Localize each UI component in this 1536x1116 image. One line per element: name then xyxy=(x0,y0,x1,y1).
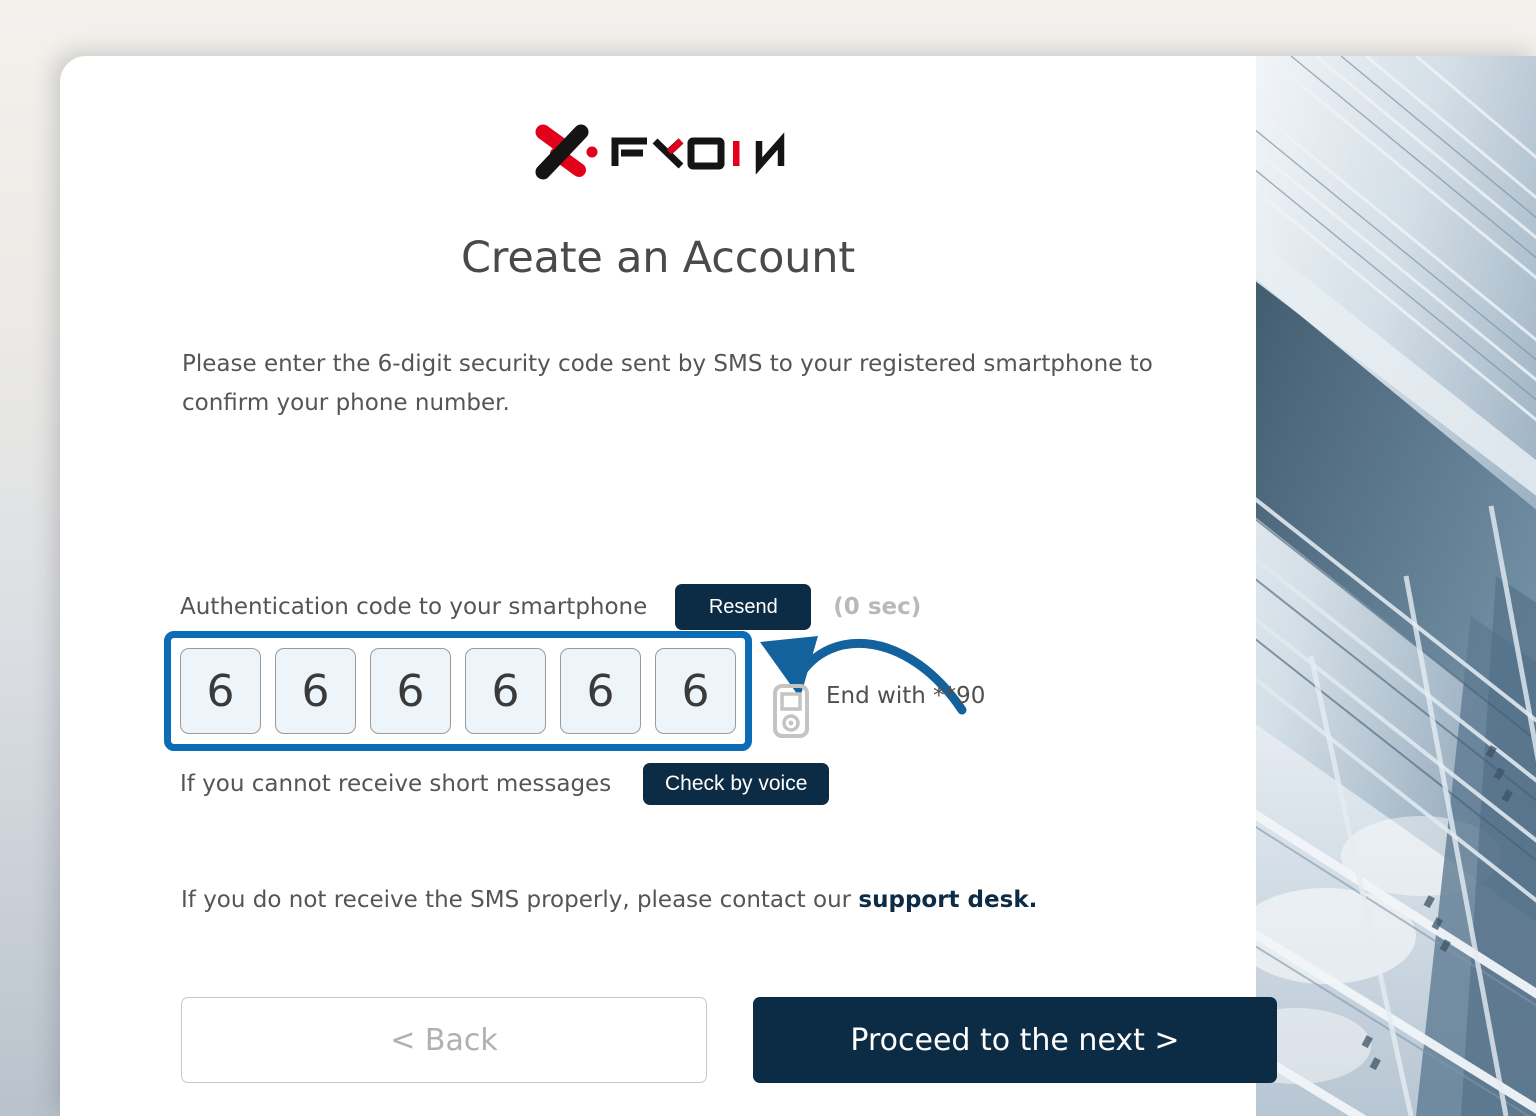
signup-page: Create an Account Please enter the 6-dig… xyxy=(0,0,1536,1116)
fxon-logo-svg xyxy=(535,124,785,180)
code-digit-6[interactable]: 6 xyxy=(655,648,736,734)
code-digit-1[interactable]: 6 xyxy=(180,648,261,734)
check-by-voice-button[interactable]: Check by voice xyxy=(643,763,830,805)
voice-fallback-row: If you cannot receive short messages Che… xyxy=(180,762,830,806)
code-digit-5[interactable]: 6 xyxy=(560,648,641,734)
fxon-logo xyxy=(60,120,1256,182)
intro-paragraph: Please enter the 6-digit security code s… xyxy=(182,351,1153,416)
smartphone-icon xyxy=(773,684,809,738)
proceed-next-button[interactable]: Proceed to the next > xyxy=(753,997,1277,1083)
auth-code-row: Authentication code to your smartphone R… xyxy=(180,580,921,634)
support-desk-link[interactable]: support desk. xyxy=(858,887,1037,913)
code-input-group[interactable]: 6 6 6 6 6 6 xyxy=(180,648,736,734)
resend-button[interactable]: Resend xyxy=(675,584,812,630)
code-digit-3[interactable]: 6 xyxy=(370,648,451,734)
voice-fallback-label: If you cannot receive short messages xyxy=(180,770,612,797)
decorative-building-photo xyxy=(1256,56,1536,1116)
signup-form-column: Create an Account Please enter the 6-dig… xyxy=(60,56,1277,1116)
resend-countdown: (0 sec) xyxy=(833,594,922,620)
code-digit-4[interactable]: 6 xyxy=(465,648,546,734)
page-title: Create an Account xyxy=(460,233,856,283)
auth-code-label: Authentication code to your smartphone xyxy=(180,593,648,620)
back-button[interactable]: < Back xyxy=(181,997,707,1083)
support-note-text: If you do not receive the SMS properly, … xyxy=(181,887,859,913)
signup-card: Create an Account Please enter the 6-dig… xyxy=(60,56,1536,1116)
phone-number-hint: End with **90 xyxy=(772,683,986,738)
code-digit-2[interactable]: 6 xyxy=(275,648,356,734)
form-actions: < Back Proceed to the next > xyxy=(181,997,1277,1083)
phone-hint-text: End with **90 xyxy=(826,683,986,709)
support-note: If you do not receive the SMS properly, … xyxy=(181,887,1037,913)
